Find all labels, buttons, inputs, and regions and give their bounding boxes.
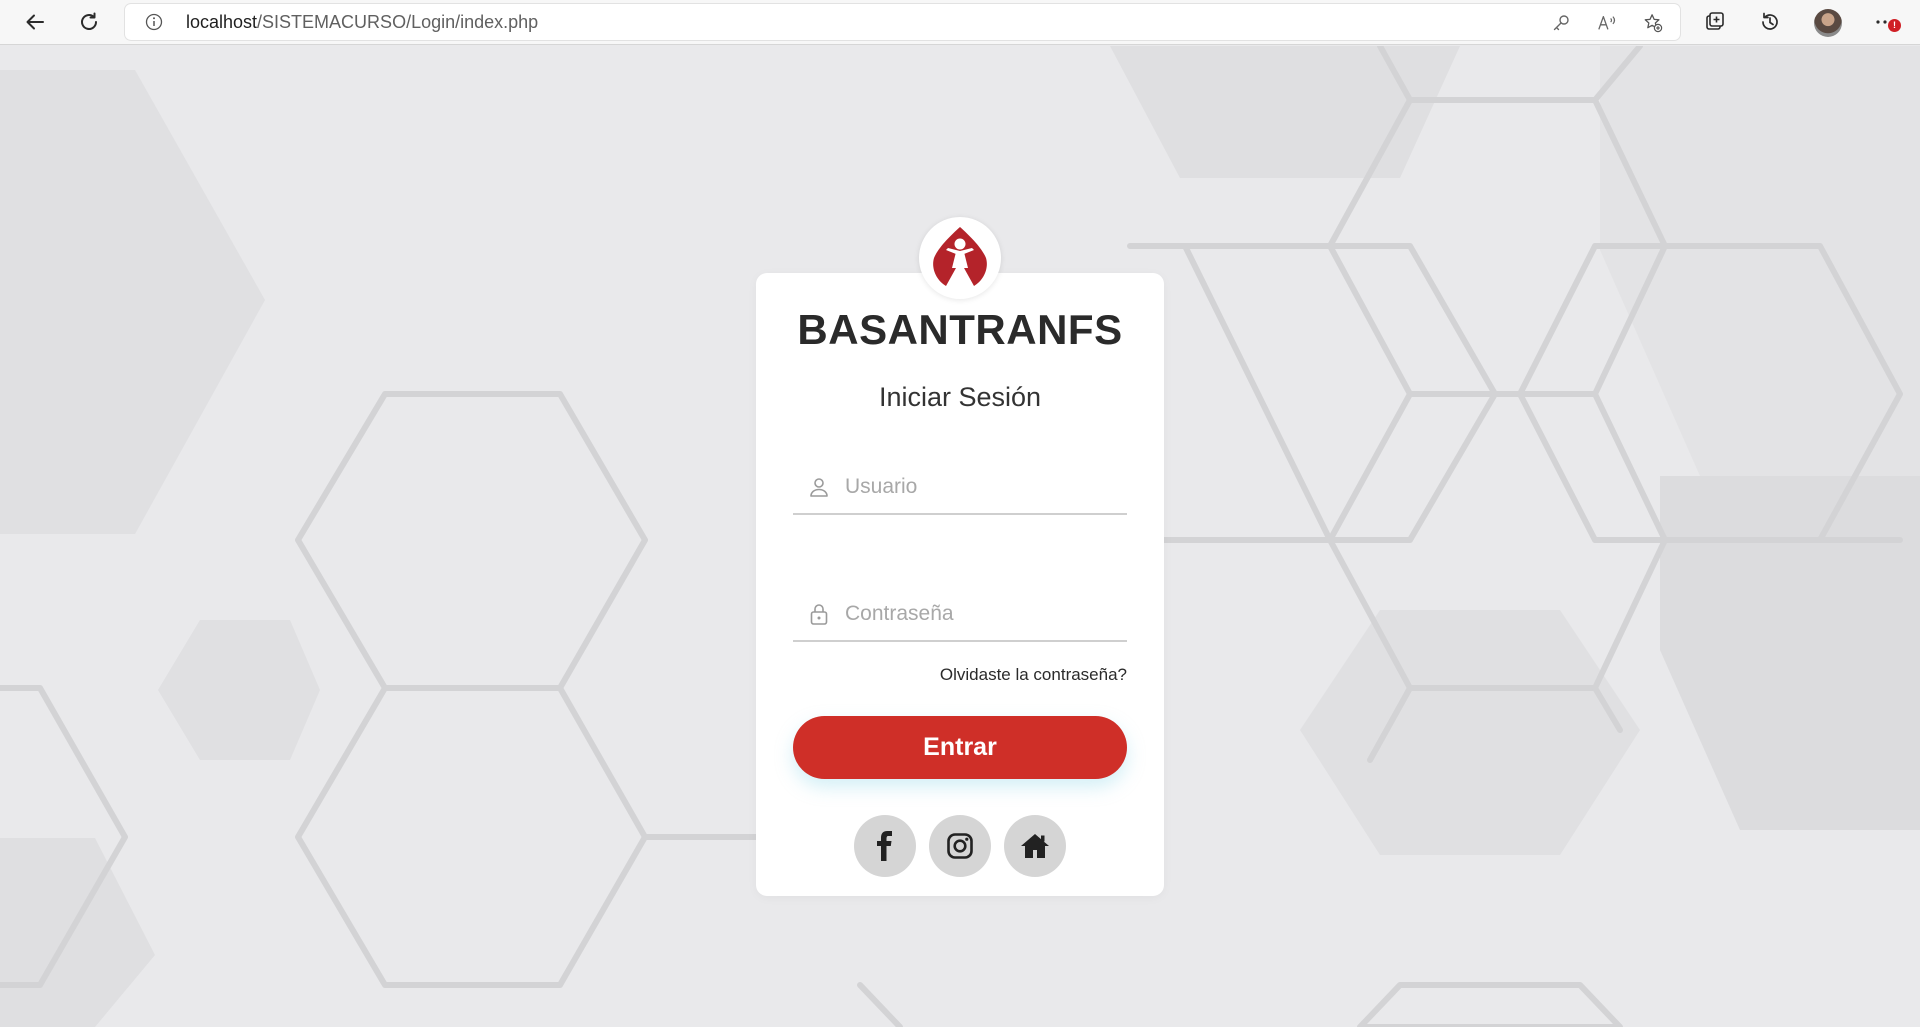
login-submit-button[interactable]: Entrar <box>793 716 1127 779</box>
home-icon <box>1021 834 1049 858</box>
brand-title: BASANTRANFS <box>797 306 1123 353</box>
facebook-button[interactable] <box>854 815 916 877</box>
password-field[interactable] <box>793 586 1127 642</box>
browser-toolbar: localhost/SISTEMACURSO/Login/index.php ! <box>0 0 1920 45</box>
refresh-icon[interactable] <box>74 7 104 37</box>
facebook-icon <box>877 831 892 861</box>
home-button[interactable] <box>1004 815 1066 877</box>
back-arrow-icon[interactable] <box>20 7 50 37</box>
url-path: /SISTEMACURSO/Login/index.php <box>257 12 539 32</box>
username-field[interactable] <box>793 459 1127 515</box>
lock-icon <box>807 602 831 626</box>
instagram-button[interactable] <box>929 815 991 877</box>
logo-figure-icon <box>933 227 987 286</box>
login-card <box>756 273 1164 896</box>
read-aloud-icon[interactable] <box>1597 13 1617 33</box>
profile-avatar[interactable] <box>1814 9 1842 37</box>
key-icon[interactable] <box>1551 13 1571 33</box>
favorite-star-icon[interactable] <box>1643 13 1663 33</box>
user-icon <box>807 475 831 499</box>
history-icon[interactable] <box>1755 7 1785 37</box>
forgot-password-link[interactable]: Olvidaste la contraseña? <box>793 665 1127 685</box>
notification-badge: ! <box>1888 19 1901 32</box>
brand-logo <box>919 217 1001 299</box>
username-input[interactable] <box>845 467 1115 507</box>
url-host: localhost <box>186 12 258 32</box>
info-icon[interactable] <box>145 13 163 31</box>
url-text[interactable]: localhost/SISTEMACURSO/Login/index.php <box>186 4 538 40</box>
instagram-icon <box>947 833 973 859</box>
collections-icon[interactable] <box>1700 7 1730 37</box>
password-input[interactable] <box>845 594 1115 634</box>
address-bar[interactable]: localhost/SISTEMACURSO/Login/index.php <box>125 4 1680 40</box>
login-subtitle: Iniciar Sesión <box>878 382 1042 412</box>
